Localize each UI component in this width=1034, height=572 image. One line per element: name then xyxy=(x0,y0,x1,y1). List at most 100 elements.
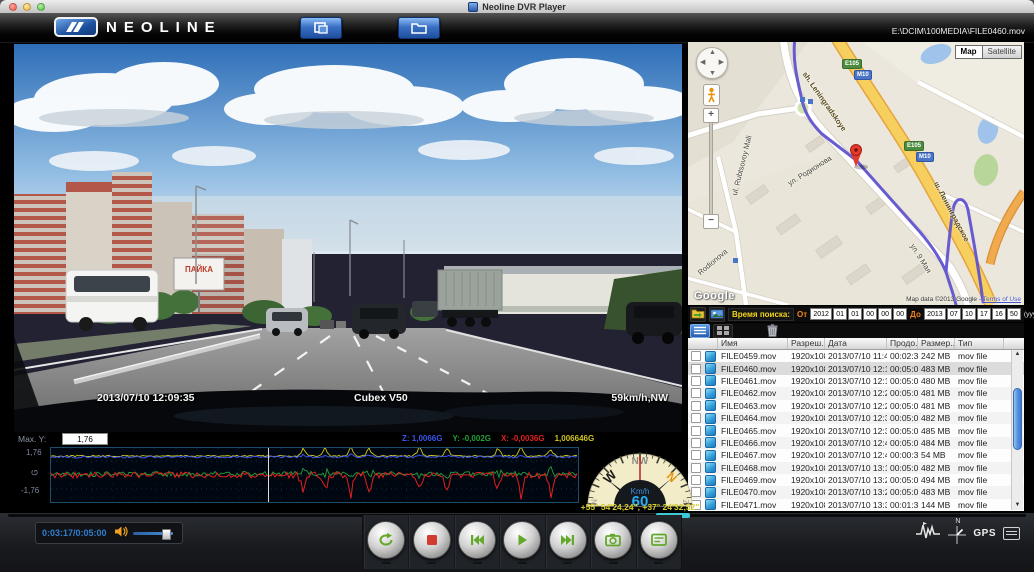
open-folder-button[interactable] xyxy=(398,17,440,39)
movie-file-icon xyxy=(705,450,716,461)
table-row[interactable]: FILE0467.mov1920x10802013/07/10 12:42:00… xyxy=(688,449,1024,461)
volume-thumb[interactable] xyxy=(162,529,171,540)
file-checkbox[interactable] xyxy=(691,376,701,386)
thumbnail-view-button[interactable] xyxy=(713,324,733,338)
file-checkbox[interactable] xyxy=(691,413,701,423)
video-viewport[interactable]: ПАЙКА xyxy=(14,44,682,432)
list-view-button[interactable] xyxy=(690,324,710,338)
from-date-field[interactable] xyxy=(878,308,892,320)
table-row[interactable]: FILE0469.mov1920x10802013/07/10 13:23:56… xyxy=(688,474,1024,486)
open-file-button[interactable] xyxy=(300,17,342,39)
table-row[interactable]: FILE0468.mov1920x10802013/07/10 13:18:54… xyxy=(688,462,1024,474)
table-row[interactable]: FILE0464.mov1920x10802013/07/10 12:31:24… xyxy=(688,412,1024,424)
to-date-field[interactable] xyxy=(992,308,1006,320)
file-checkbox[interactable] xyxy=(691,351,701,361)
movie-file-icon xyxy=(705,413,716,424)
gps-toggle[interactable]: GPS xyxy=(973,528,996,539)
route-badge-e105: E105 xyxy=(842,59,862,69)
map-type-button[interactable]: Map xyxy=(955,45,982,59)
table-cell: 484 MB xyxy=(918,438,955,448)
scroll-up-arrow[interactable]: ▲ xyxy=(1014,351,1021,358)
stop-button[interactable] xyxy=(413,521,451,559)
file-checkbox[interactable] xyxy=(691,401,701,411)
column-header[interactable]: Размер... xyxy=(918,338,955,349)
satellite-type-button[interactable]: Satellite xyxy=(982,45,1022,59)
column-header[interactable]: Дата xyxy=(825,338,887,349)
from-date-field[interactable] xyxy=(833,308,847,320)
billboard-text: ПАЙКА xyxy=(185,265,213,274)
zoom-out-button[interactable]: − xyxy=(703,214,719,229)
table-cell: 242 MB xyxy=(918,351,955,361)
zoom-slider[interactable] xyxy=(709,122,713,215)
gsensor-graph-icon[interactable] xyxy=(915,521,941,546)
from-date-field[interactable] xyxy=(848,308,862,320)
column-header[interactable]: Тип xyxy=(955,338,1004,349)
terms-of-use-link[interactable]: Terms of Use xyxy=(983,296,1021,303)
file-list-toggle-icon[interactable] xyxy=(1003,527,1020,540)
to-date-field[interactable] xyxy=(924,308,946,320)
photo-icon[interactable] xyxy=(709,307,725,322)
from-date-field[interactable] xyxy=(863,308,877,320)
table-row[interactable]: FILE0460.mov1920x10802013/07/10 12:11:20… xyxy=(688,362,1024,374)
status-icons: N GPS xyxy=(915,520,1020,546)
delete-file-button[interactable] xyxy=(764,324,780,337)
movie-file-icon xyxy=(705,351,716,362)
pegman-icon[interactable] xyxy=(703,84,720,106)
column-header-lead xyxy=(688,338,718,349)
table-cell: 2013/07/10 13:23:56 xyxy=(825,475,887,485)
table-cell: FILE0463.mov xyxy=(718,401,788,411)
to-date-field[interactable] xyxy=(1007,308,1021,320)
table-row[interactable]: FILE0471.mov1920x10802013/07/10 13:30:26… xyxy=(688,499,1024,511)
table-row[interactable]: FILE0461.mov1920x10802013/07/10 12:16:20… xyxy=(688,375,1024,387)
table-row[interactable]: FILE0466.mov1920x10802013/07/10 12:41:24… xyxy=(688,437,1024,449)
table-cell: mov file xyxy=(955,388,1004,398)
zoom-in-button[interactable]: + xyxy=(703,108,719,123)
table-cell: mov file xyxy=(955,364,1004,374)
scroll-down-arrow[interactable]: ▼ xyxy=(1014,502,1021,509)
repeat-button[interactable] xyxy=(367,521,405,559)
table-cell: FILE0464.mov xyxy=(718,413,788,423)
route-badge-m10: M10 xyxy=(916,152,934,162)
speaker-icon[interactable] xyxy=(115,524,128,542)
file-checkbox[interactable] xyxy=(691,388,701,398)
compass-north-icon[interactable]: N xyxy=(948,520,966,546)
from-date-field[interactable] xyxy=(893,308,907,320)
next-button[interactable] xyxy=(549,521,587,559)
table-row[interactable]: FILE0463.mov1920x10802013/07/10 12:26:22… xyxy=(688,400,1024,412)
table-cell: 480 MB xyxy=(918,376,955,386)
file-checkbox[interactable] xyxy=(691,364,701,374)
axis-top-label: 1,76 xyxy=(26,448,42,457)
table-row[interactable]: FILE0459.mov1920x10802013/07/10 11:42:50… xyxy=(688,350,1024,362)
file-checkbox[interactable] xyxy=(691,426,701,436)
table-cell: 00:05:00 xyxy=(887,401,918,411)
table-cell: 1920x1080 xyxy=(788,500,825,510)
gsensor-graph[interactable] xyxy=(50,447,579,503)
previous-button[interactable] xyxy=(458,521,496,559)
to-date-field[interactable] xyxy=(947,308,961,320)
scrollbar-thumb[interactable] xyxy=(1013,388,1022,450)
table-cell: 00:00:35 xyxy=(887,450,918,460)
time-search-bar: Время поиска: От До (yyyy:mm:dd-hh:mm:ss… xyxy=(688,306,1024,322)
table-row[interactable]: FILE0462.mov1920x10802013/07/10 12:21:22… xyxy=(688,387,1024,399)
to-date-field[interactable] xyxy=(962,308,976,320)
play-button[interactable] xyxy=(503,521,541,559)
window-title: Neoline DVR Player xyxy=(482,2,566,12)
table-row[interactable]: FILE0465.mov1920x10802013/07/10 12:36:24… xyxy=(688,424,1024,436)
to-date-field[interactable] xyxy=(977,308,991,320)
movie-file-icon xyxy=(705,388,716,399)
column-header[interactable]: Разреш... xyxy=(788,338,825,349)
max-y-input[interactable] xyxy=(62,433,108,445)
display-settings-button[interactable] xyxy=(640,521,678,559)
column-header[interactable]: Продо... xyxy=(887,338,918,349)
column-header[interactable]: Имя xyxy=(718,338,788,349)
table-cell: 2013/07/10 12:41:24 xyxy=(825,438,887,448)
volume-slider[interactable] xyxy=(133,532,173,535)
from-date-field[interactable] xyxy=(810,308,832,320)
snapshot-button[interactable] xyxy=(594,521,632,559)
gps-map[interactable]: sh. Leningradskoye ш. Ленинградское ул. … xyxy=(688,42,1024,305)
map-pan-control[interactable]: ▲▼ ◀▶ xyxy=(696,47,728,79)
table-row[interactable]: FILE0470.mov1920x10802013/07/10 13:28:56… xyxy=(688,486,1024,498)
table-scrollbar[interactable]: ▲ ▼ xyxy=(1011,350,1023,510)
folder-icon[interactable] xyxy=(690,307,706,322)
graph-playhead[interactable] xyxy=(268,448,269,502)
